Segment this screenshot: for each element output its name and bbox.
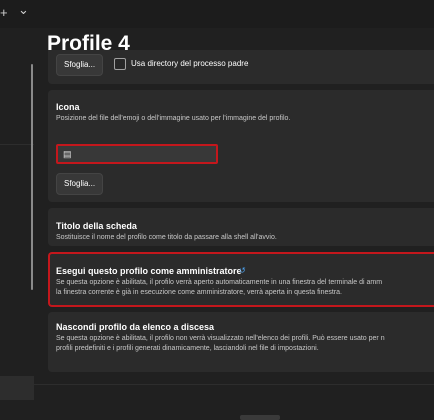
hide-profile-description-line1: Se questa opzione è abilitata, il profil… [56, 335, 385, 342]
run-as-admin-description-line2: la finestra corrente è già in esecuzione… [56, 289, 342, 296]
tab-title-title: Titolo della scheda [56, 221, 137, 231]
hide-profile-description-line2: profili predefiniti e i profili generati… [56, 345, 319, 352]
tab-title-card[interactable]: Titolo della scheda Sostituisce il nome … [48, 208, 434, 246]
directory-browse-button[interactable]: Sfoglia... [56, 54, 104, 76]
run-as-admin-description-line1: Se questa opzione è abilitata, il profil… [56, 279, 383, 286]
new-tab-plus-icon[interactable]: + [0, 6, 8, 20]
run-as-admin-card[interactable]: Esegui questo profilo come amministrator… [48, 252, 434, 307]
parent-process-directory-label: Usa directory del processo padre [131, 59, 249, 68]
reset-icon[interactable]: ↺ [239, 266, 246, 275]
footer-divider [0, 384, 434, 385]
icon-description: Posizione del file dell'emoji o dell'imm… [56, 115, 291, 122]
sidebar-scrollbar[interactable] [31, 64, 33, 290]
tab-dropdown-chevron-icon[interactable]: ⌄ [18, 3, 29, 17]
save-button-partial[interactable] [240, 415, 280, 420]
hide-profile-card[interactable]: Nascondi profilo da elenco a discesa Se … [48, 312, 434, 372]
icon-browse-button[interactable]: Sfoglia... [56, 173, 104, 195]
icon-title: Icona [56, 102, 80, 112]
icon-path-input[interactable]: ▤ [56, 144, 218, 164]
hide-profile-title: Nascondi profilo da elenco a discesa [56, 322, 215, 332]
tab-title-description: Sostituisce il nome del profilo come tit… [56, 234, 277, 241]
icon-card: Icona Posizione del file dell'emoji o de… [48, 90, 434, 202]
image-icon: ▤ [63, 149, 72, 159]
parent-process-directory-checkbox[interactable] [114, 58, 126, 70]
sidebar-divider [0, 144, 34, 145]
starting-directory-card: Sfoglia... Usa directory del processo pa… [48, 50, 434, 84]
run-as-admin-title: Esegui questo profilo come amministrator… [56, 266, 242, 276]
settings-sidebar [0, 28, 34, 420]
title-bar: + ⌄ [0, 0, 434, 28]
sidebar-item-selected[interactable] [0, 376, 34, 400]
